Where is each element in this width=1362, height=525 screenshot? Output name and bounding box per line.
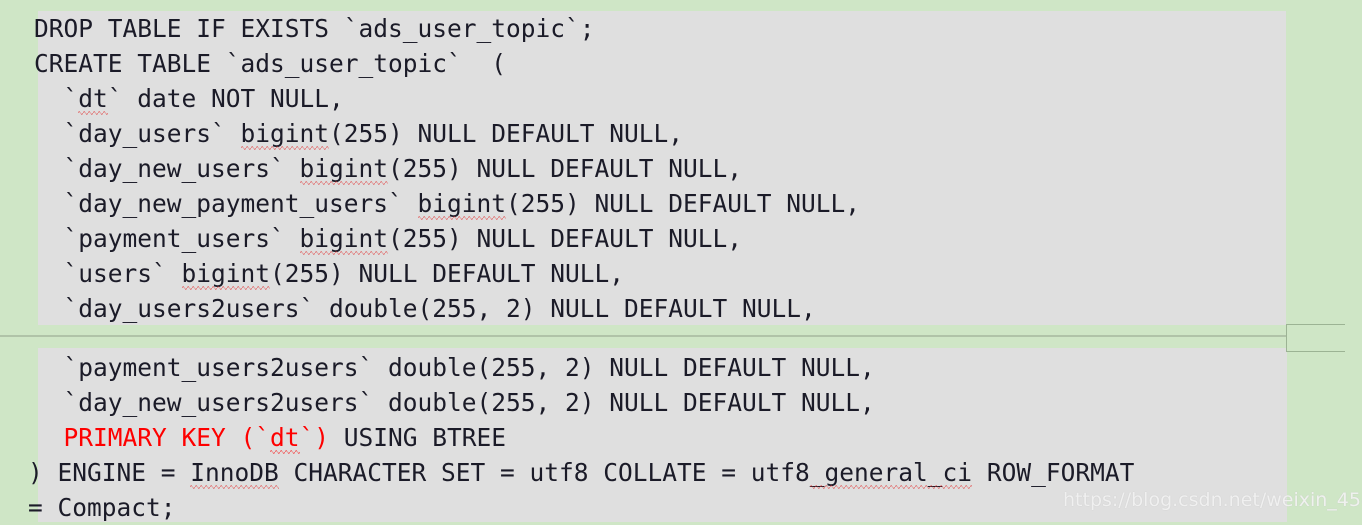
code-line-12[interactable]: PRIMARY KEY (`dt`) USING BTREE (34, 420, 506, 455)
code-line-3-post: ` date NOT NULL, (107, 84, 344, 113)
code-line-10[interactable]: `payment_users2users` double(255, 2) NUL… (34, 350, 875, 385)
code-line-8-misspelled: bigint (181, 256, 270, 291)
code-line-4-post: (255) NULL DEFAULT NULL, (329, 119, 684, 148)
engine-prefix: ) ENGINE = (28, 458, 191, 487)
primary-key-keyword: PRIMARY KEY (` (34, 423, 271, 452)
code-page: DROP TABLE IF EXISTS `ads_user_topic`; C… (0, 0, 1362, 522)
engine-name-misspelled: InnoDB (190, 455, 279, 490)
code-line-4-misspelled: bigint (240, 116, 329, 151)
collation-suffix-misspelled: _general_ci (809, 455, 973, 490)
code-line-4-pre: `day_users` (34, 119, 241, 148)
code-line-7[interactable]: `payment_users` bigint(255) NULL DEFAULT… (34, 221, 742, 256)
code-line-7-pre: `payment_users` (34, 224, 300, 253)
code-line-1[interactable]: DROP TABLE IF EXISTS `ads_user_topic`; (34, 11, 595, 46)
watermark: https://blog.csdn.net/weixin_45425054 (1063, 489, 1362, 511)
code-line-5[interactable]: `day_new_users` bigint(255) NULL DEFAULT… (34, 151, 742, 186)
engine-rowformat: ROW_FORMAT (972, 458, 1135, 487)
code-line-5-misspelled: bigint (299, 151, 388, 186)
code-line-13[interactable]: ) ENGINE = InnoDB CHARACTER SET = utf8 C… (28, 455, 1134, 490)
code-line-3-misspelled: dt (78, 81, 108, 116)
code-line-5-post: (255) NULL DEFAULT NULL, (388, 154, 743, 183)
code-line-6-misspelled: bigint (417, 186, 506, 221)
code-line-14[interactable]: = Compact; (28, 490, 176, 525)
code-line-6-post: (255) NULL DEFAULT NULL, (506, 189, 861, 218)
code-line-6-pre: `day_new_payment_users` (34, 189, 418, 218)
code-line-11[interactable]: `day_new_users2users` double(255, 2) NUL… (34, 385, 875, 420)
pane-divider (0, 335, 1286, 337)
code-line-3[interactable]: `dt` date NOT NULL, (34, 81, 344, 116)
code-line-7-misspelled: bigint (299, 221, 388, 256)
code-line-7-post: (255) NULL DEFAULT NULL, (388, 224, 743, 253)
code-line-5-pre: `day_new_users` (34, 154, 300, 183)
code-line-8[interactable]: `users` bigint(255) NULL DEFAULT NULL, (34, 256, 624, 291)
primary-key-column: dt (270, 420, 300, 455)
code-line-8-pre: `users` (34, 259, 182, 288)
code-line-2[interactable]: CREATE TABLE `ads_user_topic` ( (34, 46, 506, 81)
primary-key-close: `) (299, 423, 330, 452)
code-line-6[interactable]: `day_new_payment_users` bigint(255) NULL… (34, 186, 860, 221)
engine-charset: CHARACTER SET = utf8 COLLATE = utf8 (278, 458, 810, 487)
code-line-4[interactable]: `day_users` bigint(255) NULL DEFAULT NUL… (34, 116, 683, 151)
code-line-3-pre: ` (34, 84, 79, 113)
code-line-8-post: (255) NULL DEFAULT NULL, (270, 259, 625, 288)
gutter-callout-box (1286, 324, 1345, 352)
primary-key-using: USING BTREE (329, 423, 507, 452)
code-line-9[interactable]: `day_users2users` double(255, 2) NULL DE… (34, 291, 816, 326)
